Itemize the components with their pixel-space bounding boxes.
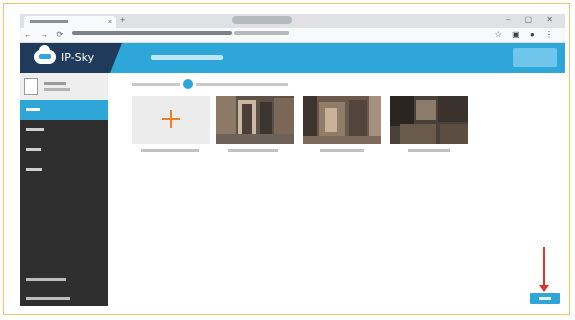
sidebar-item-label xyxy=(26,128,44,131)
url-path xyxy=(234,31,289,35)
brand-name: IP-Sky xyxy=(61,51,95,64)
app-header: IP-Sky xyxy=(20,43,565,73)
sidebar xyxy=(20,73,108,306)
photo-caption xyxy=(408,149,450,152)
browser-tab-bar: × + ‒ ▢ ✕ xyxy=(20,14,565,28)
profile-name xyxy=(44,82,66,85)
browser-tab[interactable]: × xyxy=(24,16,116,28)
profile-detail xyxy=(44,88,70,91)
close-tab-icon[interactable]: × xyxy=(108,19,112,26)
brand-logo-area[interactable]: IP-Sky xyxy=(20,43,110,73)
new-tab-button[interactable]: + xyxy=(120,15,125,25)
plus-icon xyxy=(162,110,180,128)
sidebar-item[interactable] xyxy=(20,140,108,160)
photo-thumbnail[interactable] xyxy=(390,96,468,144)
user-profile[interactable] xyxy=(20,73,108,100)
avatar xyxy=(24,78,38,95)
info-text xyxy=(196,83,288,86)
tab-title xyxy=(30,20,68,23)
add-photo-card[interactable] xyxy=(132,96,210,144)
submit-button[interactable] xyxy=(530,293,560,304)
browser-address-bar: ← → ⟳ ☆ ▣ ● ⋮ xyxy=(20,28,565,43)
info-text xyxy=(132,83,180,86)
browser-nav-buttons[interactable]: ← → ⟳ xyxy=(24,30,66,39)
photo-caption xyxy=(228,149,278,152)
sidebar-item-active[interactable] xyxy=(20,100,108,120)
photo-thumbnail-image xyxy=(390,96,468,144)
add-photo-caption xyxy=(141,149,199,152)
url-input[interactable] xyxy=(72,31,232,35)
page-title xyxy=(151,55,223,60)
sidebar-footer-link[interactable] xyxy=(26,297,70,300)
cloud-logo-icon xyxy=(34,45,56,64)
photo-thumbnail[interactable] xyxy=(303,96,381,144)
arrow-down-icon xyxy=(539,285,549,292)
photo-thumbnail[interactable] xyxy=(216,96,294,144)
sidebar-footer-link[interactable] xyxy=(26,278,66,281)
sidebar-item-label xyxy=(26,108,40,111)
header-action-button[interactable] xyxy=(513,48,557,67)
extension-icons[interactable]: ☆ ▣ ● ⋮ xyxy=(495,30,557,39)
submit-button-label xyxy=(539,297,551,300)
annotation-arrow-line xyxy=(543,247,545,287)
main-content xyxy=(108,73,565,306)
window-controls[interactable]: ‒ ▢ ✕ xyxy=(506,15,559,24)
photo-thumbnail-image xyxy=(216,96,294,144)
header-slant-divider xyxy=(110,43,122,73)
info-count-badge xyxy=(183,79,193,89)
sidebar-item-label xyxy=(26,168,42,171)
sidebar-item-label xyxy=(26,148,41,151)
sidebar-item[interactable] xyxy=(20,120,108,140)
cloud-logo-mark xyxy=(39,54,51,59)
photo-thumbnail-image xyxy=(303,96,381,144)
sidebar-item[interactable] xyxy=(20,160,108,180)
photo-caption xyxy=(320,149,364,152)
window-title xyxy=(232,16,292,24)
